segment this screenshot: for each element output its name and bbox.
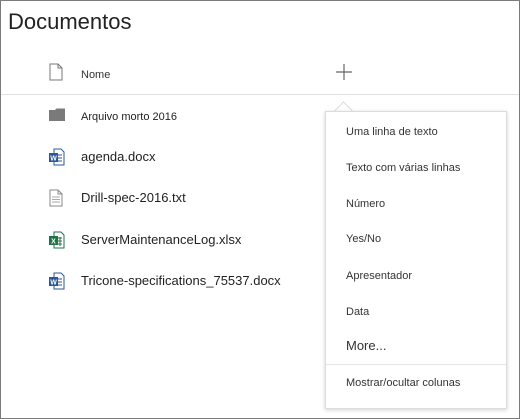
- page-title: Documentos: [8, 9, 132, 34]
- menu-item-show-hide-columns[interactable]: Mostrar/ocultar colunas: [346, 377, 460, 389]
- menu-item-date[interactable]: Data: [346, 306, 369, 318]
- column-header-row: Nome: [1, 59, 519, 95]
- folder-icon: [49, 108, 65, 127]
- word-icon: W: [49, 272, 65, 295]
- list-item[interactable]: Arquivo morto 2016: [1, 105, 321, 135]
- menu-item-yes-no[interactable]: Yes/No: [346, 233, 381, 245]
- excel-icon: X: [49, 231, 65, 254]
- list-item[interactable]: Drill-spec-2016.txt: [1, 185, 321, 215]
- menu-item-number[interactable]: Número: [346, 198, 385, 210]
- item-name[interactable]: ServerMaintenanceLog.xlsx: [81, 232, 241, 247]
- document-library-window: Documentos Nome Arquivo morto 2016 W age…: [0, 0, 520, 419]
- list-item[interactable]: W Tricone-specifications_75537.docx: [1, 268, 321, 298]
- svg-text:X: X: [51, 238, 56, 245]
- item-name[interactable]: Drill-spec-2016.txt: [81, 190, 186, 205]
- word-icon: W: [49, 148, 65, 171]
- add-column-menu: Uma linha de texto Texto com várias linh…: [325, 111, 507, 409]
- svg-text:W: W: [50, 279, 57, 286]
- add-column-button[interactable]: [334, 62, 354, 82]
- file-type-header-icon[interactable]: [49, 63, 63, 81]
- menu-item-person[interactable]: Apresentador: [346, 270, 412, 282]
- item-name[interactable]: Tricone-specifications_75537.docx: [81, 273, 281, 288]
- list-item[interactable]: X ServerMaintenanceLog.xlsx: [1, 227, 321, 257]
- menu-item-multiple-lines-text[interactable]: Texto com várias linhas: [346, 162, 460, 174]
- menu-item-more[interactable]: More...: [346, 338, 386, 353]
- menu-divider: [326, 364, 506, 365]
- menu-item-single-line-text[interactable]: Uma linha de texto: [346, 126, 438, 138]
- svg-text:W: W: [50, 155, 57, 162]
- text-file-icon: [49, 189, 63, 212]
- item-name[interactable]: Arquivo morto 2016: [81, 111, 177, 123]
- plus-icon: [336, 64, 352, 80]
- column-header-name[interactable]: Nome: [81, 69, 110, 81]
- item-name[interactable]: agenda.docx: [81, 149, 155, 164]
- list-item[interactable]: W agenda.docx: [1, 144, 321, 174]
